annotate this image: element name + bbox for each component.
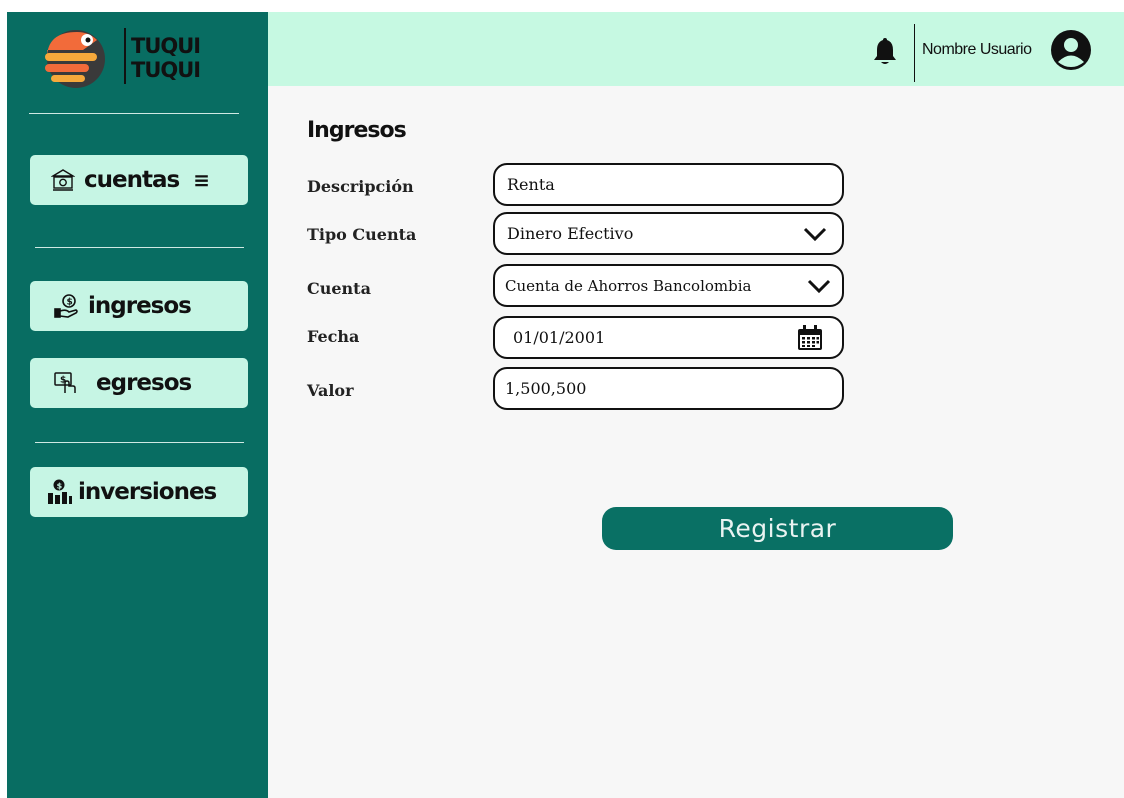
sidebar-item-ingresos[interactable]: $ ingresos xyxy=(30,281,248,331)
sidebar-item-egresos[interactable]: $ egresos xyxy=(30,358,248,408)
fecha-input[interactable] xyxy=(513,328,842,347)
fecha-label: Fecha xyxy=(307,327,360,346)
tipo-cuenta-label: Tipo Cuenta xyxy=(307,225,417,244)
cuenta-select[interactable]: Cuenta de Ahorros Bancolombia xyxy=(493,264,844,307)
hand-coin-icon: $ xyxy=(54,293,80,319)
menu-icon: ≡ xyxy=(193,168,210,192)
tipo-cuenta-value: Dinero Efectivo xyxy=(507,224,634,243)
valor-field[interactable] xyxy=(493,367,844,410)
fecha-field[interactable] xyxy=(493,316,844,359)
page-title: Ingresos xyxy=(307,118,407,143)
sidebar-divider xyxy=(35,442,244,443)
bank-icon xyxy=(50,167,76,193)
sidebar-item-label: egresos xyxy=(96,370,192,396)
top-header: Nombre Usuario xyxy=(268,12,1124,86)
sidebar: TUQUI TUQUI cuentas ≡ $ ingresos $ egres… xyxy=(7,12,268,798)
pay-cash-icon: $ xyxy=(52,370,78,396)
chevron-down-icon[interactable] xyxy=(802,224,828,244)
sidebar-item-inversiones[interactable]: $ inversiones xyxy=(30,467,248,517)
sidebar-divider xyxy=(29,113,239,114)
descripcion-field[interactable] xyxy=(493,163,844,206)
cuenta-label: Cuenta xyxy=(307,279,371,298)
sidebar-item-cuentas[interactable]: cuentas ≡ xyxy=(30,155,248,205)
user-avatar-icon[interactable] xyxy=(1050,29,1092,71)
descripcion-label: Descripción xyxy=(307,177,414,196)
registrar-button[interactable]: Registrar xyxy=(602,507,953,550)
tipo-cuenta-select[interactable]: Dinero Efectivo xyxy=(493,212,844,255)
user-name[interactable]: Nombre Usuario xyxy=(922,41,1032,59)
sidebar-divider xyxy=(35,247,244,248)
bell-icon[interactable] xyxy=(872,36,898,66)
valor-label: Valor xyxy=(307,381,354,400)
brand-name-line1: TUQUI xyxy=(131,34,201,58)
svg-text:$: $ xyxy=(67,298,73,308)
app-frame: TUQUI TUQUI cuentas ≡ $ ingresos $ egres… xyxy=(7,12,1124,798)
brand-separator xyxy=(124,28,126,84)
toucan-logo-icon xyxy=(45,30,105,88)
sidebar-item-label: ingresos xyxy=(88,293,192,319)
header-separator xyxy=(914,24,915,82)
calendar-icon[interactable] xyxy=(796,324,824,352)
sidebar-item-label: cuentas xyxy=(84,167,180,193)
cuenta-value: Cuenta de Ahorros Bancolombia xyxy=(505,276,752,295)
brand-name-line2: TUQUI xyxy=(131,58,201,82)
valor-input[interactable] xyxy=(505,379,842,398)
chevron-down-icon[interactable] xyxy=(806,276,832,296)
investment-chart-icon: $ xyxy=(46,479,72,505)
descripcion-input[interactable] xyxy=(507,175,842,194)
sidebar-item-label: inversiones xyxy=(78,479,217,505)
